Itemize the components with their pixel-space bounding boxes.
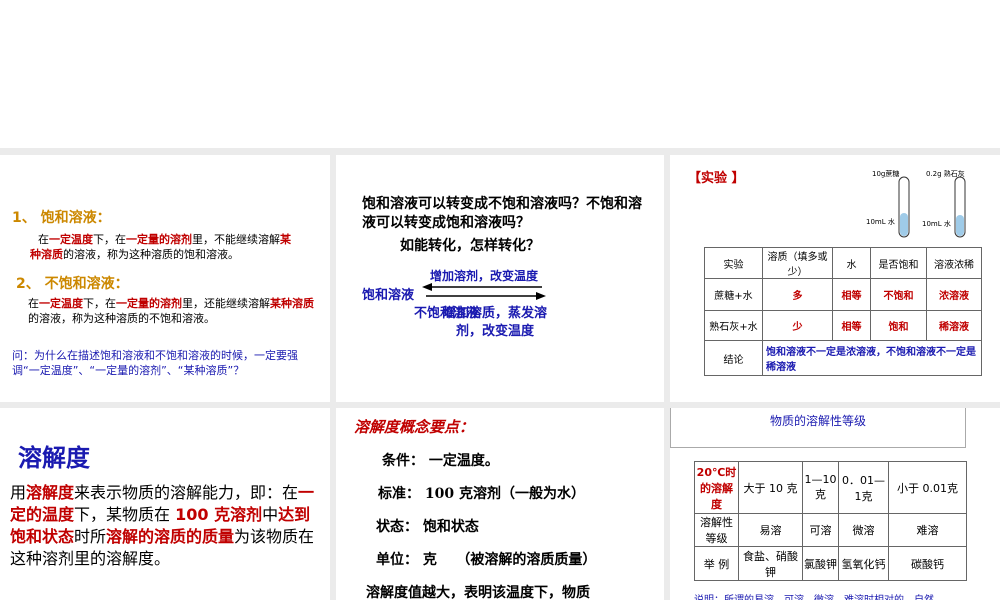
level-cell: 易溶 xyxy=(738,513,803,547)
level-cell: 微溶 xyxy=(838,513,889,547)
conversion-question: 饱和溶液可以转变成不饱和溶液吗？不饱和溶液可以转变成饱和溶液吗？ xyxy=(362,196,642,231)
levels-table: 20℃时的溶解度 大于 10 克 1—10克 0．01—1克 小于 0.01克 … xyxy=(694,461,967,581)
definition-saturated: 在一定温度下，在一定量的溶剂里，不能继续溶解某种溶质的溶液，称为这种溶质的饱和溶… xyxy=(30,232,300,262)
highlight-text: 100 克溶剂 xyxy=(175,505,263,524)
header-cell: 水 xyxy=(832,247,871,279)
levels-note: 说明：所谓的易溶、可溶、微溶、难溶时相对的，自然 xyxy=(694,591,994,600)
key-points-title: 溶解度概念要点： xyxy=(354,418,475,436)
body-text: 下，在 xyxy=(93,233,126,246)
header-cell: 溶质（填多或少） xyxy=(762,247,833,279)
question-text: 问：为什么在描述饱和溶液和不饱和溶液的时候，一定要强调“一定温度”、“一定量的溶… xyxy=(12,349,298,377)
conversion-question-2: 如能转化，怎样转化？ xyxy=(400,238,540,254)
body-text: 里，还能继续溶解 xyxy=(182,297,270,310)
saturated-label: 饱和溶液 xyxy=(362,288,415,303)
row-label: 蔗糖+水 xyxy=(704,278,763,311)
level-label: 溶解性等级 xyxy=(694,513,739,547)
test-tube-1-icon xyxy=(898,176,910,238)
highlight-text: 一定温度 xyxy=(49,233,93,246)
slide-key-points[interactable]: 溶解度概念要点： 条件： 一定温度。 标准： 100 克溶剂（一般为水） 状态：… xyxy=(336,408,664,600)
range-cell: 小于 0.01克 xyxy=(888,461,967,514)
heading-unsaturated: 2、 不饱和溶液： xyxy=(16,276,129,292)
body-text: 时所 xyxy=(74,527,107,546)
row-label: 熟石灰+水 xyxy=(704,310,763,341)
conclusion-text: 饱和溶液不一定是浓溶液，不饱和溶液不一定是稀溶液 xyxy=(762,340,982,376)
body-text: 中 xyxy=(262,505,279,524)
conclusion-label: 结论 xyxy=(704,340,763,376)
solubility-definition: 用溶解度来表示物质的溶解能力，即：在一定的温度下，某物质在 100 克溶剂中达到… xyxy=(10,482,326,570)
slide-solubility[interactable]: 溶解度 用溶解度来表示物质的溶解能力，即：在一定的温度下，某物质在 100 克溶… xyxy=(0,408,330,600)
body-text: 里，不能继续溶解 xyxy=(192,233,280,246)
cell-value: 稀溶液 xyxy=(926,310,982,341)
highlight-text: 一定量的溶剂 xyxy=(126,233,192,246)
cell-value: 相等 xyxy=(832,278,871,311)
body-text: 下，某物质在 xyxy=(74,505,176,524)
cell-value: 不饱和 xyxy=(870,278,927,311)
highlight-text: 溶解的溶质的质量 xyxy=(106,527,235,546)
arrow-bottom-label: 增加溶质，蒸发溶剂，改变温度 xyxy=(442,306,547,339)
example-cell: 氯酸钾 xyxy=(802,546,839,581)
range-cell: 0．01—1克 xyxy=(838,461,889,514)
beaker-2-water-label: 10mL 水 xyxy=(922,220,951,228)
levels-title: 物质的溶解性等级 xyxy=(769,414,866,428)
body-text: 下，在 xyxy=(83,297,116,310)
header-cell: 是否饱和 xyxy=(870,247,927,279)
key-point: 单位： 克 （被溶解的溶质质量） xyxy=(376,552,597,568)
highlight-text: 一定温度 xyxy=(39,297,83,310)
cell-value: 相等 xyxy=(832,310,871,341)
cell-value: 少 xyxy=(762,310,833,341)
key-point: 溶解度值越大，表明该温度下，物质 xyxy=(366,585,590,600)
example-cell: 食盐、硝酸钾 xyxy=(738,546,803,581)
definition-unsaturated: 在一定温度下，在一定量的溶剂里，还能继续溶解某种溶质的溶液，称为这种溶质的不饱和… xyxy=(28,296,318,326)
cell-value: 饱和 xyxy=(870,310,927,341)
highlight-text: 某种溶质 xyxy=(270,297,314,310)
body-text: 用 xyxy=(10,483,27,502)
slide-conversion[interactable]: 饱和溶液可以转变成不饱和溶液吗？不饱和溶液可以转变成饱和溶液吗？ 如能转化，怎样… xyxy=(336,155,664,402)
header-cell: 实验 xyxy=(704,247,763,279)
range-cell: 1—10克 xyxy=(802,461,839,514)
header-cell: 溶液浓稀 xyxy=(926,247,982,279)
key-point: 状态： 饱和状态 xyxy=(376,519,479,535)
test-tube-2-icon xyxy=(954,176,966,238)
body-text: 的溶液，称为这种溶质的饱和溶液。 xyxy=(63,248,239,261)
cell-value: 浓溶液 xyxy=(926,278,982,311)
body-text: 来表示物质的溶解能力，即：在 xyxy=(74,483,299,502)
slide-saturated-solution[interactable]: 1、 饱和溶液： 在一定温度下，在一定量的溶剂里，不能继续溶解某种溶质的溶液，称… xyxy=(0,155,330,402)
beaker-1-water-label: 10mL 水 xyxy=(866,218,895,226)
key-point: 条件： 一定温度。 xyxy=(382,453,499,469)
body-text: 在 xyxy=(38,233,49,246)
cell-value: 多 xyxy=(762,278,833,311)
example-cell: 氢氧化钙 xyxy=(838,546,889,581)
example-label: 举 例 xyxy=(694,546,739,581)
conversion-arrows xyxy=(422,283,546,300)
body-text: 在 xyxy=(28,297,39,310)
slide-solubility-levels[interactable]: 物质的溶解性等级 20℃时的溶解度 大于 10 克 1—10克 0．01—1克 … xyxy=(670,408,1000,600)
heading-saturated: 1、 饱和溶液： xyxy=(12,210,111,226)
range-cell: 大于 10 克 xyxy=(738,461,803,514)
slide-experiment[interactable]: 【实验 】 10g蔗糖 10mL 水 0.2g 熟石灰 10mL 水 实验 溶质… xyxy=(670,155,1000,402)
experiment-table: 实验 溶质（填多或少） 水 是否饱和 溶液浓稀 蔗糖+水 多 相等 不饱和 浓溶… xyxy=(704,247,982,376)
key-point: 标准： 100 克溶剂（一般为水） xyxy=(378,486,585,502)
body-text: 的溶液，称为这种溶质的不饱和溶液。 xyxy=(28,312,215,325)
example-cell: 碳酸钙 xyxy=(888,546,967,581)
highlight-text: 一定量的溶剂 xyxy=(116,297,182,310)
level-cell: 难溶 xyxy=(888,513,967,547)
experiment-title: 【实验 】 xyxy=(688,171,745,186)
level-cell: 可溶 xyxy=(802,513,839,547)
solubility-title: 溶解度 xyxy=(18,443,90,472)
header-label: 20℃时的溶解度 xyxy=(694,461,739,514)
highlight-text: 溶解度 xyxy=(26,483,75,502)
